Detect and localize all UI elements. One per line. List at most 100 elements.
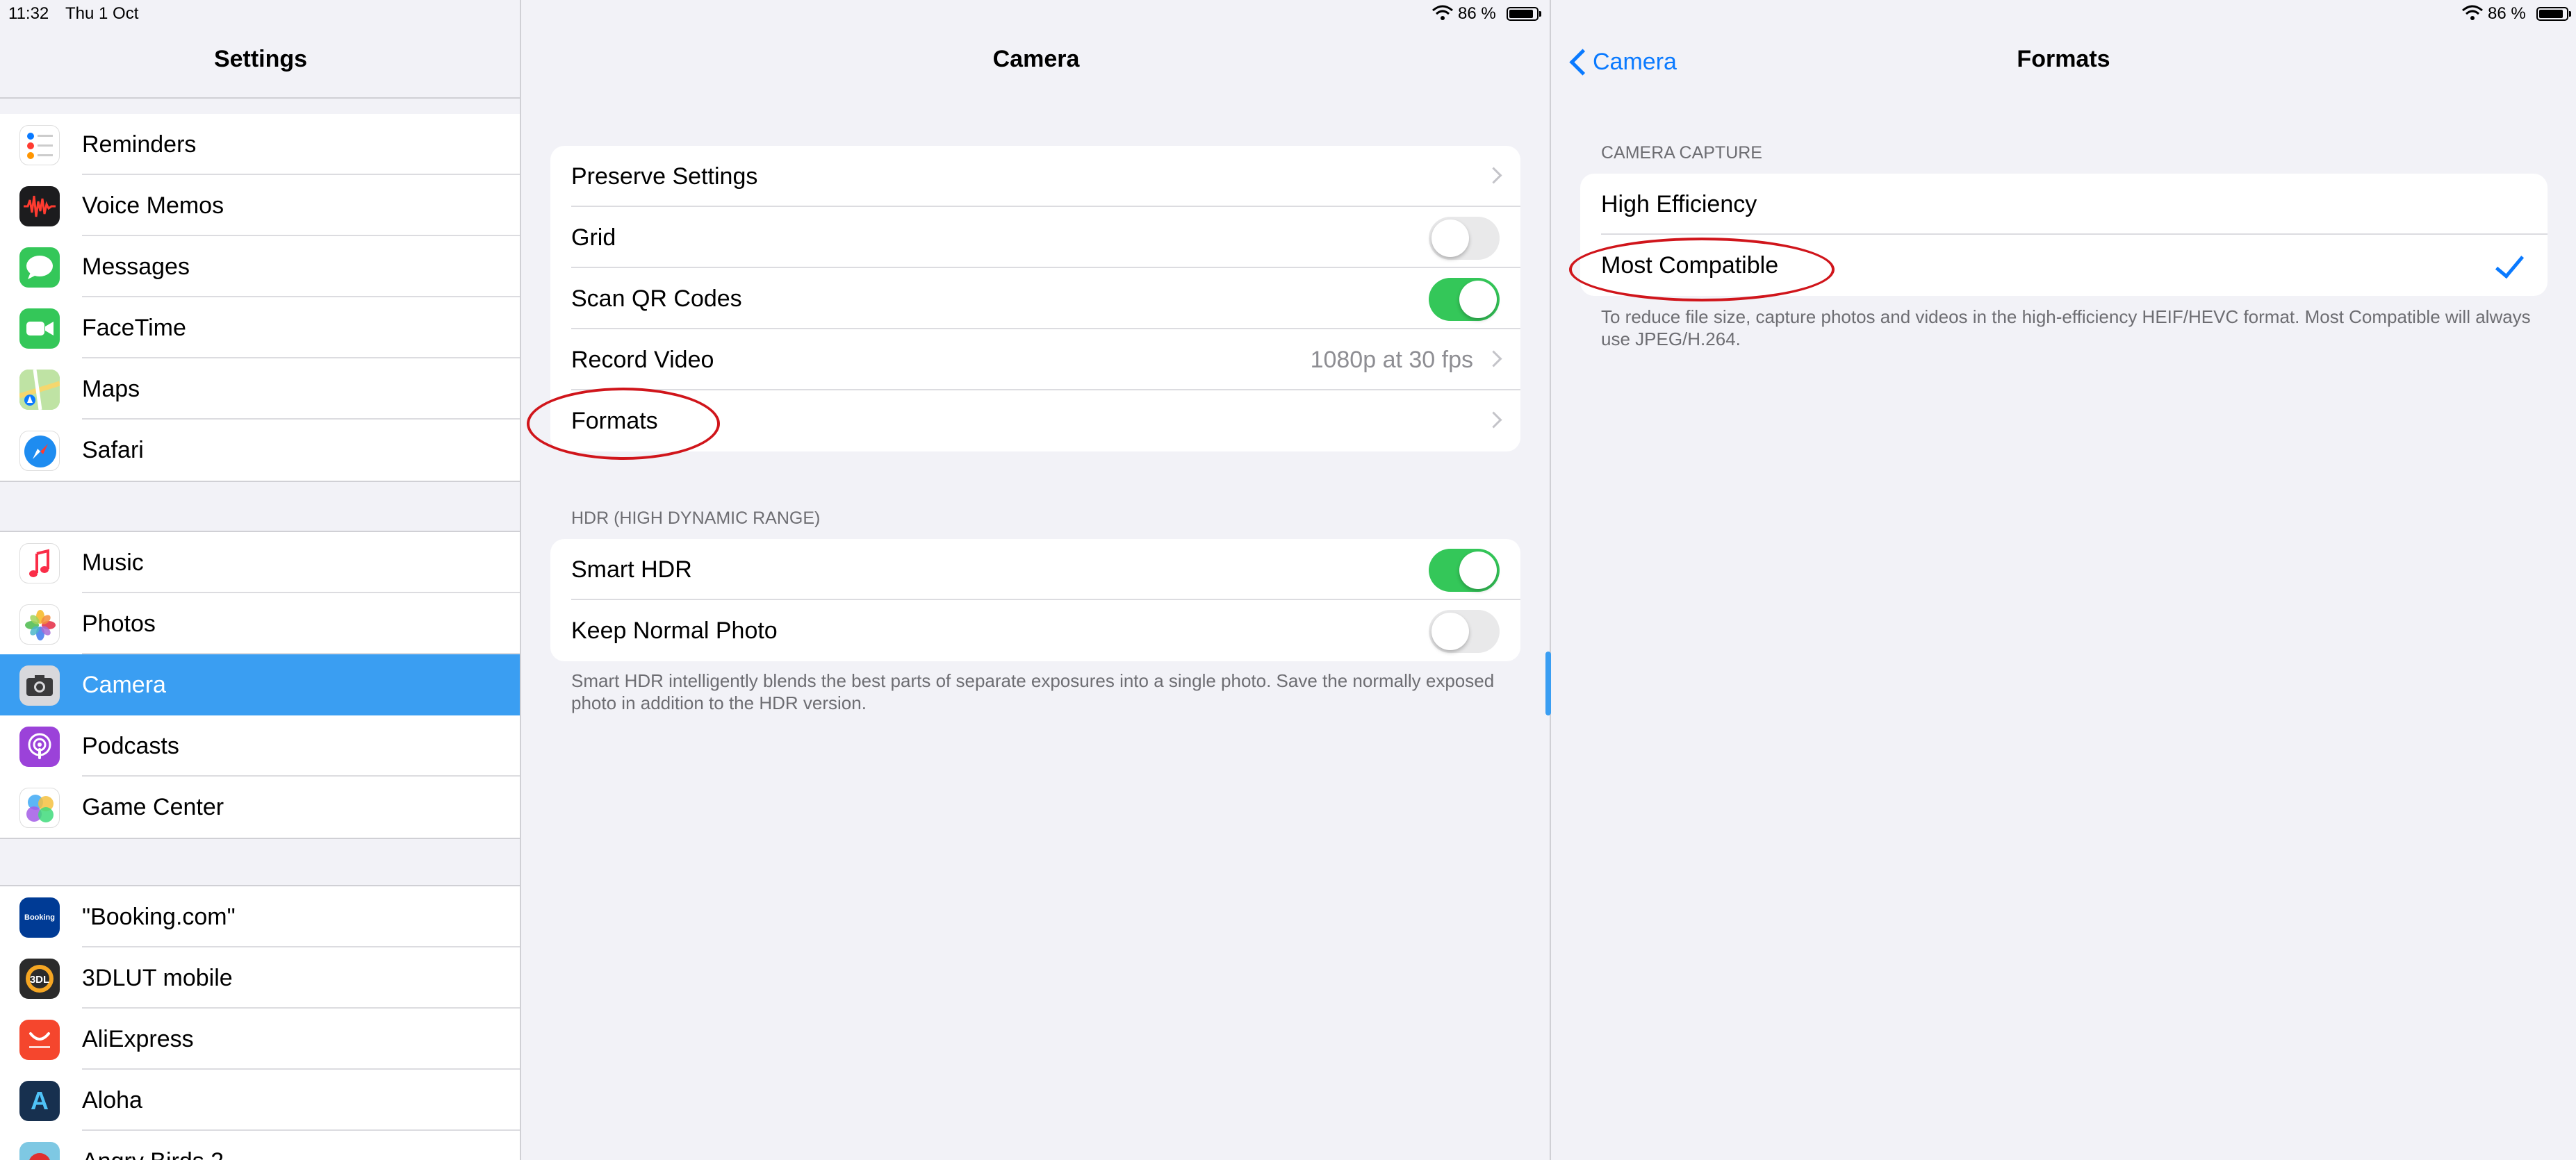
music-icon: [19, 543, 60, 583]
sidebar-item-label: FaceTime: [82, 315, 186, 341]
row-smart-hdr: Smart HDR: [550, 539, 1520, 600]
sidebar-item-photos[interactable]: Photos: [0, 593, 520, 654]
row-scan-qr: Scan QR Codes: [550, 268, 1520, 329]
3dlut-icon: 3DL: [19, 959, 60, 999]
sidebar-item-game-center[interactable]: Game Center: [0, 777, 520, 838]
row-label: Record Video: [571, 347, 714, 373]
sidebar-item-3dlut[interactable]: 3DL 3DLUT mobile: [0, 947, 520, 1009]
sidebar-item-label: Photos: [82, 611, 156, 637]
sidebar-item-podcasts[interactable]: Podcasts: [0, 715, 520, 777]
row-grid: Grid: [550, 207, 1520, 268]
hdr-footnote: Smart HDR intelligently blends the best …: [571, 670, 1495, 713]
maps-icon: [19, 370, 60, 410]
sidebar-item-label: Voice Memos: [82, 192, 224, 219]
status-bar-middle: 86 %: [1425, 0, 1550, 28]
sidebar-item-label: AliExpress: [82, 1026, 194, 1052]
sidebar-item-aliexpress[interactable]: AliExpress: [0, 1009, 520, 1070]
record-video-value: 1080p at 30 fps: [1310, 347, 1473, 373]
row-label: Formats: [571, 408, 658, 434]
row-label: Keep Normal Photo: [571, 618, 778, 644]
chevron-right-icon: [1485, 167, 1502, 184]
settings-sidebar: 11:32 Thu 1 Oct Settings Reminders Voice…: [0, 0, 521, 1160]
sidebar-item-label: Messages: [82, 254, 190, 280]
option-label: Most Compatible: [1601, 252, 1779, 279]
sidebar-item-label: Aloha: [82, 1087, 142, 1113]
sidebar-item-aloha[interactable]: A Aloha: [0, 1070, 520, 1131]
row-record-video[interactable]: Record Video 1080p at 30 fps: [550, 329, 1520, 390]
booking-icon: Booking: [19, 897, 60, 938]
status-date: Thu 1 Oct: [65, 4, 139, 23]
sidebar-item-angry-birds[interactable]: Angry Birds 2: [0, 1131, 520, 1160]
wifi-icon: [1432, 5, 1453, 20]
option-label: High Efficiency: [1601, 191, 1757, 217]
row-label: Preserve Settings: [571, 163, 758, 190]
sidebar-item-booking[interactable]: Booking "Booking.com": [0, 886, 520, 947]
status-bar-right: 86 %: [2454, 0, 2576, 28]
aloha-icon: A: [19, 1081, 60, 1121]
reminders-icon: [19, 125, 60, 165]
scan-qr-toggle[interactable]: [1429, 278, 1500, 321]
aliexpress-icon: [19, 1020, 60, 1060]
hdr-settings-card: Smart HDR Keep Normal Photo: [550, 539, 1520, 661]
checkmark-icon: [2495, 248, 2525, 279]
sidebar-item-music[interactable]: Music: [0, 532, 520, 593]
messages-icon: [19, 247, 60, 288]
status-bar-left: 11:32 Thu 1 Oct: [0, 0, 520, 28]
sidebar-item-maps[interactable]: Maps: [0, 358, 520, 420]
camera-settings-panel: 86 % Camera Preserve Settings Grid Scan …: [521, 0, 1551, 1160]
sidebar-item-reminders[interactable]: Reminders: [0, 114, 520, 175]
sidebar-item-label: 3DLUT mobile: [82, 965, 233, 991]
wifi-icon: [2462, 5, 2483, 20]
page-title: Camera: [992, 46, 1080, 72]
sidebar-item-label: Game Center: [82, 794, 224, 820]
row-label: Grid: [571, 224, 616, 251]
chevron-right-icon: [1485, 350, 1502, 367]
option-high-efficiency[interactable]: High Efficiency: [1580, 174, 2548, 235]
sidebar-item-camera[interactable]: Camera: [0, 654, 520, 715]
sidebar-item-voice-memos[interactable]: Voice Memos: [0, 175, 520, 236]
sidebar-group-apps-3: Booking "Booking.com" 3DL 3DLUT mobile A…: [0, 885, 520, 1160]
sidebar-item-label: Podcasts: [82, 733, 179, 759]
option-most-compatible[interactable]: Most Compatible: [1580, 235, 2548, 296]
page-title: Formats: [2017, 46, 2110, 72]
row-label: Smart HDR: [571, 556, 692, 583]
hdr-section-header: HDR (HIGH DYNAMIC RANGE): [571, 508, 821, 528]
sidebar-item-safari[interactable]: Safari: [0, 420, 520, 481]
sidebar-item-label: Camera: [82, 672, 166, 698]
sidebar-divider: [0, 97, 520, 99]
battery-icon: [2536, 7, 2571, 21]
sidebar-item-facetime[interactable]: FaceTime: [0, 297, 520, 358]
sidebar-title: Settings: [213, 46, 308, 72]
battery-icon: [1507, 7, 1541, 21]
sidebar-item-label: Maps: [82, 376, 140, 402]
podcasts-icon: [19, 727, 60, 767]
sidebar-item-label: "Booking.com": [82, 904, 236, 930]
status-time: 11:32: [8, 4, 49, 23]
formats-panel: 86 % Camera Formats CAMERA CAPTURE High …: [1551, 0, 2576, 1160]
sidebar-item-label: Reminders: [82, 131, 197, 158]
facetime-icon: [19, 308, 60, 349]
sidebar-item-label: Music: [82, 549, 144, 576]
angry-birds-icon: [19, 1142, 60, 1160]
row-formats[interactable]: Formats: [550, 390, 1520, 451]
camera-icon: [19, 665, 60, 706]
smart-hdr-toggle[interactable]: [1429, 549, 1500, 592]
sidebar-group-apps-2: Music Photos Camera Podcasts Game Center: [0, 531, 520, 839]
grid-toggle[interactable]: [1429, 217, 1500, 260]
row-keep-normal-photo: Keep Normal Photo: [550, 600, 1520, 661]
status-battery-percent: 86 %: [2488, 4, 2526, 23]
format-options-card: High Efficiency Most Compatible: [1580, 174, 2548, 296]
sidebar-item-label: Angry Birds 2: [82, 1131, 224, 1160]
sidebar-group-apps-1: Reminders Voice Memos Messages FaceTime: [0, 114, 520, 482]
voice-memos-icon: [19, 186, 60, 226]
row-label: Scan QR Codes: [571, 285, 742, 312]
sidebar-item-messages[interactable]: Messages: [0, 236, 520, 297]
scroll-indicator: [1545, 652, 1551, 715]
chevron-right-icon: [1485, 411, 1502, 429]
status-battery-percent: 86 %: [1458, 4, 1496, 23]
safari-icon: [19, 431, 60, 471]
keep-normal-photo-toggle[interactable]: [1429, 610, 1500, 653]
sidebar-item-label: Safari: [82, 437, 144, 463]
row-preserve-settings[interactable]: Preserve Settings: [550, 146, 1520, 207]
3dlut-icon-text: 3DL: [30, 974, 49, 986]
